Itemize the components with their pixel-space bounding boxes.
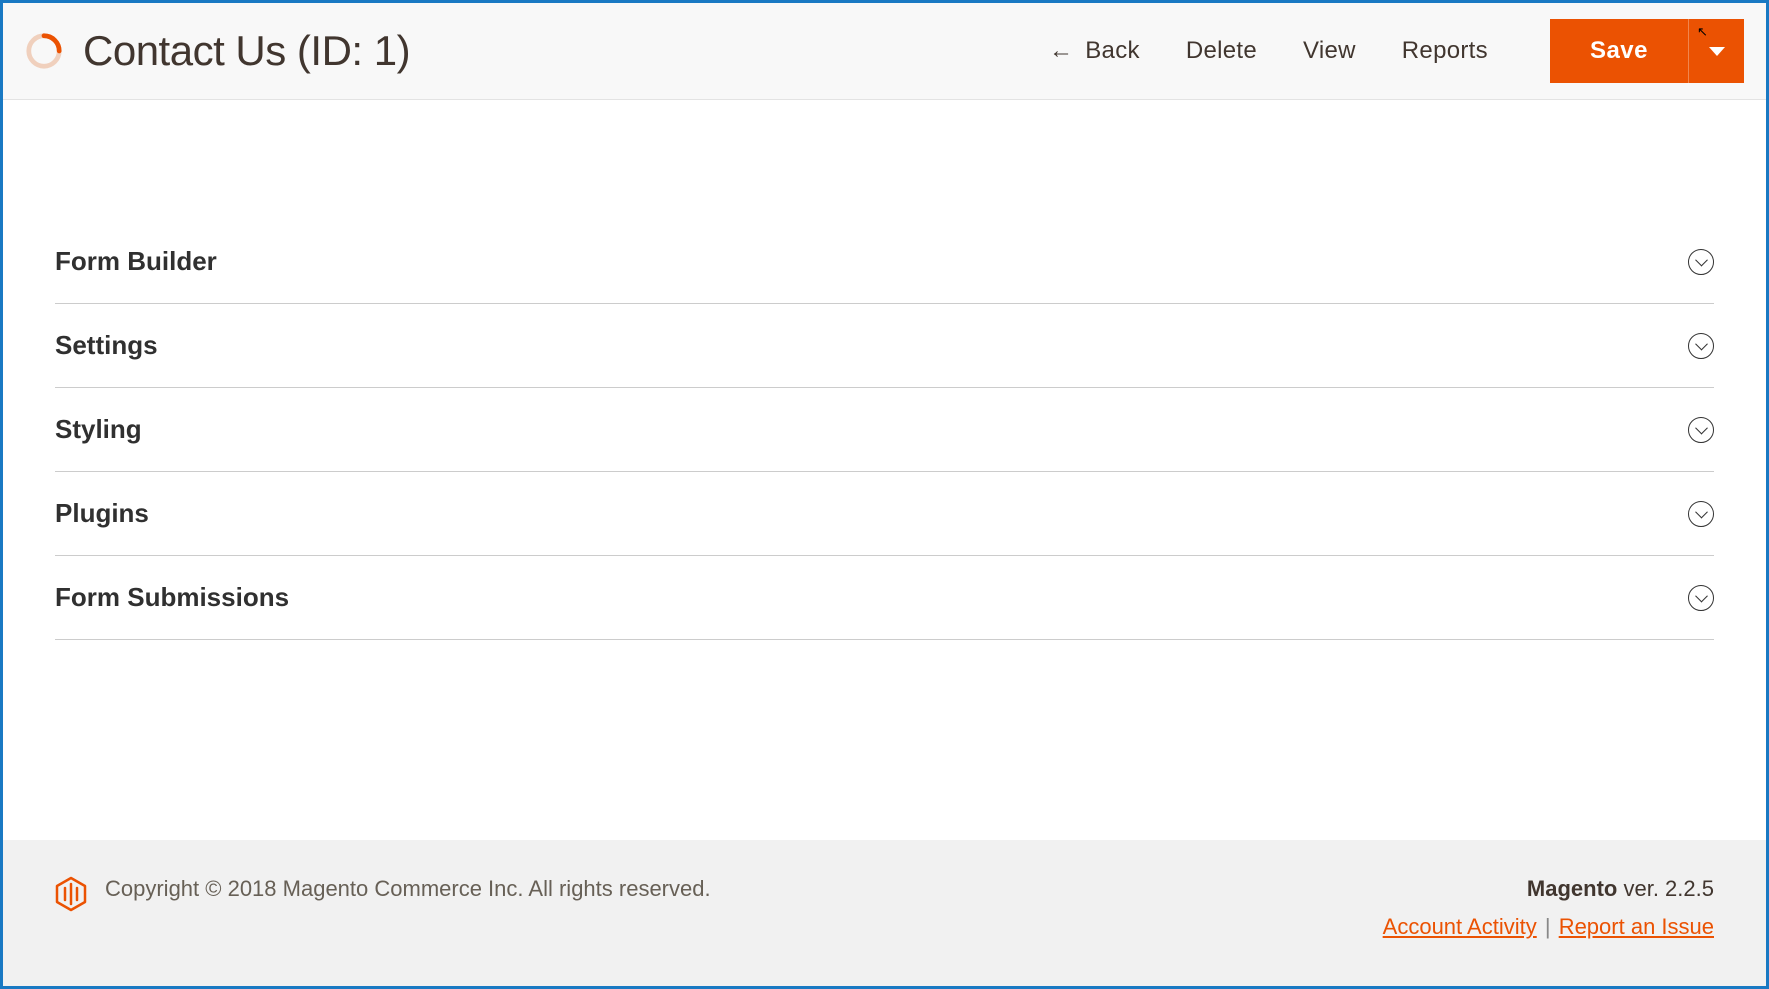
section-form-submissions[interactable]: Form Submissions — [55, 556, 1714, 640]
main-content: Form Builder Settings Styling Plugins Fo… — [3, 100, 1766, 840]
footer-brand: Magento — [1527, 876, 1617, 901]
page-title: Contact Us (ID: 1) — [83, 27, 1029, 75]
report-issue-link[interactable]: Report an Issue — [1559, 914, 1714, 939]
footer-right: Magento ver. 2.2.5 Account Activity | Re… — [1383, 876, 1714, 940]
header-actions: ← Back Delete View Reports Save ↖ — [1049, 19, 1744, 83]
section-title: Styling — [55, 414, 142, 445]
spinner-icon — [25, 32, 63, 70]
footer-version-text: ver. 2.2.5 — [1617, 876, 1714, 901]
section-title: Settings — [55, 330, 158, 361]
magento-icon — [55, 876, 87, 912]
chevron-down-icon — [1688, 585, 1714, 611]
save-button[interactable]: Save — [1550, 19, 1688, 83]
footer-copyright: Copyright © 2018 Magento Commerce Inc. A… — [105, 876, 1365, 902]
chevron-down-icon — [1688, 333, 1714, 359]
chevron-down-icon — [1688, 249, 1714, 275]
page-header: Contact Us (ID: 1) ← Back Delete View Re… — [3, 3, 1766, 100]
footer-separator: | — [1545, 914, 1557, 939]
section-styling[interactable]: Styling — [55, 388, 1714, 472]
reports-button[interactable]: Reports — [1402, 37, 1488, 65]
reports-label: Reports — [1402, 37, 1488, 65]
footer-links: Account Activity | Report an Issue — [1383, 914, 1714, 940]
section-settings[interactable]: Settings — [55, 304, 1714, 388]
view-button[interactable]: View — [1303, 37, 1356, 65]
arrow-left-icon: ← — [1049, 39, 1073, 63]
delete-label: Delete — [1186, 37, 1257, 65]
section-title: Plugins — [55, 498, 149, 529]
delete-button[interactable]: Delete — [1186, 37, 1257, 65]
footer-version: Magento ver. 2.2.5 — [1383, 876, 1714, 902]
section-form-builder[interactable]: Form Builder — [55, 220, 1714, 304]
section-plugins[interactable]: Plugins — [55, 472, 1714, 556]
save-button-group: Save ↖ — [1550, 19, 1744, 83]
chevron-down-icon — [1688, 417, 1714, 443]
section-title: Form Builder — [55, 246, 217, 277]
account-activity-link[interactable]: Account Activity — [1383, 914, 1537, 939]
back-button[interactable]: ← Back — [1049, 37, 1140, 65]
save-dropdown-button[interactable]: ↖ — [1688, 19, 1744, 83]
section-title: Form Submissions — [55, 582, 289, 613]
chevron-down-icon — [1688, 501, 1714, 527]
back-label: Back — [1085, 37, 1140, 65]
view-label: View — [1303, 37, 1356, 65]
page-footer: Copyright © 2018 Magento Commerce Inc. A… — [3, 840, 1766, 986]
cursor-icon: ↖ — [1697, 25, 1708, 38]
